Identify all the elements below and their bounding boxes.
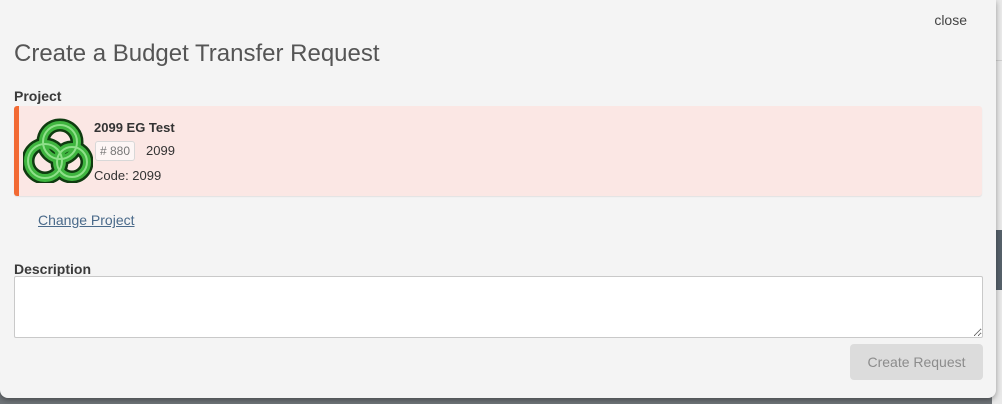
project-name: 2099 EG Test: [94, 120, 175, 135]
project-id-badge: # 880: [95, 141, 136, 161]
project-code: Code: 2099: [94, 168, 162, 183]
description-section-label: Description: [14, 261, 92, 277]
create-request-button[interactable]: Create Request: [850, 344, 983, 380]
project-logo-icon: [23, 118, 93, 183]
project-number: 2099: [146, 143, 175, 158]
selected-project-card: 2099 EG Test # 880 2099 Code: 2099: [14, 106, 982, 196]
budget-transfer-modal: close Create a Budget Transfer Request P…: [0, 0, 996, 398]
modal-title: Create a Budget Transfer Request: [14, 40, 380, 67]
close-button[interactable]: close: [934, 12, 967, 28]
change-project-link[interactable]: Change Project: [38, 212, 135, 228]
project-section-label: Project: [14, 88, 62, 104]
description-textarea[interactable]: [14, 276, 983, 338]
